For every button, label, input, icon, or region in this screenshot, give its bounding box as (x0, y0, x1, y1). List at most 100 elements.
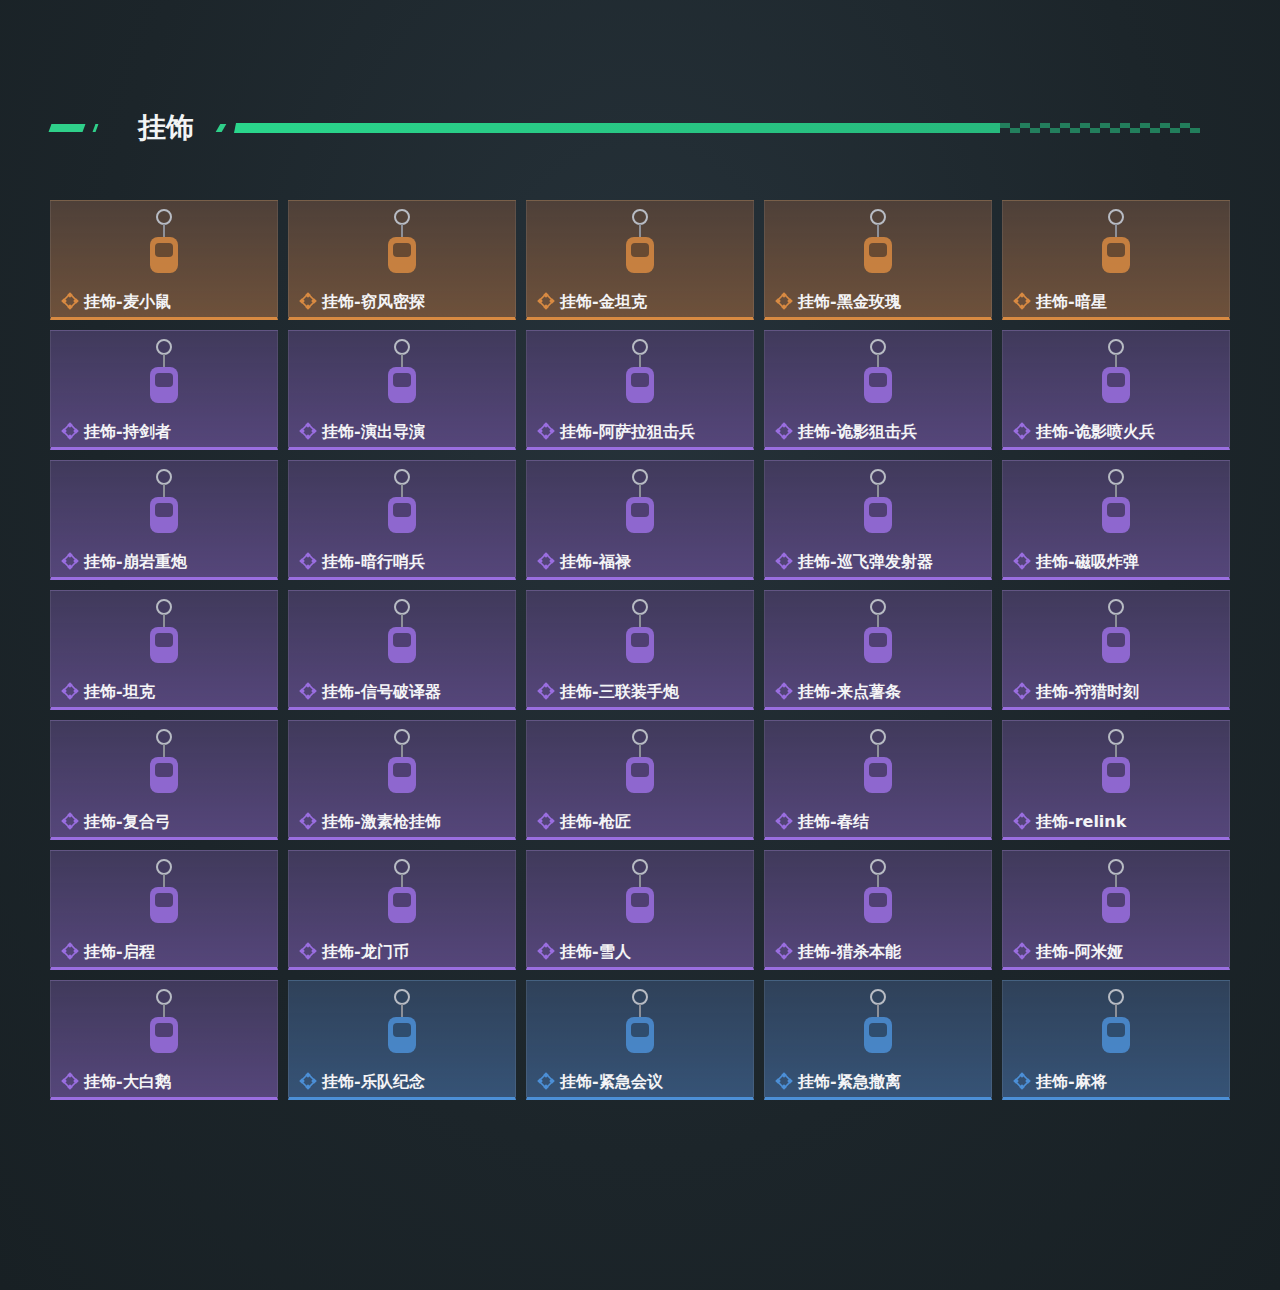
pendant-card[interactable]: 挂饰-暗星 (1002, 200, 1230, 320)
pendant-name: 挂饰-狩猎时刻 (1036, 682, 1139, 701)
pendant-card[interactable]: 挂饰-福禄 (526, 460, 754, 580)
pendant-icon (134, 467, 194, 547)
rarity-icon (299, 552, 317, 570)
pendant-icon (134, 727, 194, 807)
pendant-card[interactable]: 挂饰-演出导演 (288, 330, 516, 450)
pendant-card[interactable]: 挂饰-大白鹅 (50, 980, 278, 1100)
header-decoration (50, 124, 124, 132)
pendant-card[interactable]: 挂饰-崩岩重炮 (50, 460, 278, 580)
pendant-name: 挂饰-阿米娅 (1036, 942, 1123, 961)
pendant-card[interactable]: 挂饰-relink (1002, 720, 1230, 840)
pendant-label: 挂饰-狩猎时刻 (1003, 682, 1229, 707)
pendant-card[interactable]: 挂饰-狩猎时刻 (1002, 590, 1230, 710)
pendant-label: 挂饰-春结 (765, 812, 991, 837)
pendant-card[interactable]: 挂饰-紧急会议 (526, 980, 754, 1100)
pendant-label: 挂饰-窃风密探 (289, 292, 515, 317)
pendant-card[interactable]: 挂饰-乐队纪念 (288, 980, 516, 1100)
pendant-icon (1086, 337, 1146, 417)
rarity-icon (537, 552, 555, 570)
pendant-icon (610, 987, 670, 1067)
pendant-card[interactable]: 挂饰-来点薯条 (764, 590, 992, 710)
pendant-card[interactable]: 挂饰-信号破译器 (288, 590, 516, 710)
pendant-label: 挂饰-演出导演 (289, 422, 515, 447)
pendant-card[interactable]: 挂饰-龙门币 (288, 850, 516, 970)
pendant-card[interactable]: 挂饰-磁吸炸弹 (1002, 460, 1230, 580)
rarity-icon (775, 292, 793, 310)
pendant-label: 挂饰-诡影狙击兵 (765, 422, 991, 447)
pendant-label: 挂饰-崩岩重炮 (51, 552, 277, 577)
pendant-name: 挂饰-福禄 (560, 552, 631, 571)
pendant-name: 挂饰-窃风密探 (322, 292, 425, 311)
rarity-icon (537, 422, 555, 440)
pendant-icon (1086, 987, 1146, 1067)
pendant-icon (848, 987, 908, 1067)
pendant-name: 挂饰-大白鹅 (84, 1072, 171, 1091)
pendant-label: 挂饰-龙门币 (289, 942, 515, 967)
pendant-icon (848, 727, 908, 807)
pendant-card[interactable]: 挂饰-暗行哨兵 (288, 460, 516, 580)
pendant-card[interactable]: 挂饰-复合弓 (50, 720, 278, 840)
pendant-icon (134, 337, 194, 417)
pendant-card[interactable]: 挂饰-诡影喷火兵 (1002, 330, 1230, 450)
pendant-label: 挂饰-阿萨拉狙击兵 (527, 422, 753, 447)
pendant-label: 挂饰-巡飞弹发射器 (765, 552, 991, 577)
pendant-card[interactable]: 挂饰-紧急撤离 (764, 980, 992, 1100)
pendant-card[interactable]: 挂饰-猎杀本能 (764, 850, 992, 970)
pendant-card[interactable]: 挂饰-黑金玫瑰 (764, 200, 992, 320)
pendant-card[interactable]: 挂饰-枪匠 (526, 720, 754, 840)
rarity-icon (1013, 422, 1031, 440)
rarity-icon (61, 682, 79, 700)
pendant-name: 挂饰-持剑者 (84, 422, 171, 441)
pendant-label: 挂饰-复合弓 (51, 812, 277, 837)
pendant-label: 挂饰-三联装手炮 (527, 682, 753, 707)
pendant-label: 挂饰-紧急会议 (527, 1072, 753, 1097)
pendant-card[interactable]: 挂饰-启程 (50, 850, 278, 970)
pendant-name: 挂饰-演出导演 (322, 422, 425, 441)
pendant-name: 挂饰-黑金玫瑰 (798, 292, 901, 311)
pendant-name: 挂饰-阿萨拉狙击兵 (560, 422, 695, 441)
pendant-card[interactable]: 挂饰-三联装手炮 (526, 590, 754, 710)
pendant-name: 挂饰-崩岩重炮 (84, 552, 187, 571)
pendant-label: 挂饰-乐队纪念 (289, 1072, 515, 1097)
pendant-card[interactable]: 挂饰-诡影狙击兵 (764, 330, 992, 450)
rarity-icon (1013, 292, 1031, 310)
pendant-card[interactable]: 挂饰-激素枪挂饰 (288, 720, 516, 840)
pendant-label: 挂饰-激素枪挂饰 (289, 812, 515, 837)
pendant-label: 挂饰-枪匠 (527, 812, 753, 837)
pendant-label: 挂饰-猎杀本能 (765, 942, 991, 967)
pendant-icon (372, 337, 432, 417)
pendant-card[interactable]: 挂饰-巡飞弹发射器 (764, 460, 992, 580)
pendant-name: 挂饰-乐队纪念 (322, 1072, 425, 1091)
rarity-icon (61, 292, 79, 310)
pendant-name: 挂饰-紧急会议 (560, 1072, 663, 1091)
rarity-icon (299, 292, 317, 310)
pendant-label: 挂饰-麦小鼠 (51, 292, 277, 317)
pendant-card[interactable]: 挂饰-春结 (764, 720, 992, 840)
pendant-card[interactable]: 挂饰-持剑者 (50, 330, 278, 450)
pendant-name: 挂饰-枪匠 (560, 812, 631, 831)
pendant-label: 挂饰-大白鹅 (51, 1072, 277, 1097)
rarity-icon (61, 942, 79, 960)
pendant-card[interactable]: 挂饰-坦克 (50, 590, 278, 710)
pendant-name: 挂饰-诡影狙击兵 (798, 422, 917, 441)
section-header: 挂饰 (50, 110, 1230, 146)
section-title: 挂饰 (138, 111, 194, 145)
pendant-name: 挂饰-巡飞弹发射器 (798, 552, 933, 571)
pendant-icon (134, 207, 194, 287)
pendant-card[interactable]: 挂饰-窃风密探 (288, 200, 516, 320)
pendant-name: 挂饰-坦克 (84, 682, 155, 701)
rarity-icon (537, 1072, 555, 1090)
pendant-collection-page: 挂饰挂饰-麦小鼠挂饰-窃风密探挂饰-金坦克挂饰-黑金玫瑰挂饰-暗星挂饰-持剑者挂… (0, 0, 1280, 1290)
pendant-label: 挂饰-暗星 (1003, 292, 1229, 317)
pendant-card[interactable]: 挂饰-阿米娅 (1002, 850, 1230, 970)
pendant-card[interactable]: 挂饰-阿萨拉狙击兵 (526, 330, 754, 450)
pendant-card[interactable]: 挂饰-雪人 (526, 850, 754, 970)
pendant-card[interactable]: 挂饰-麦小鼠 (50, 200, 278, 320)
pendant-icon (372, 857, 432, 937)
rarity-icon (1013, 812, 1031, 830)
pendant-card[interactable]: 挂饰-金坦克 (526, 200, 754, 320)
pendant-name: 挂饰-猎杀本能 (798, 942, 901, 961)
pendant-icon (1086, 597, 1146, 677)
pendant-card[interactable]: 挂饰-麻将 (1002, 980, 1230, 1100)
pendant-name: 挂饰-金坦克 (560, 292, 647, 311)
